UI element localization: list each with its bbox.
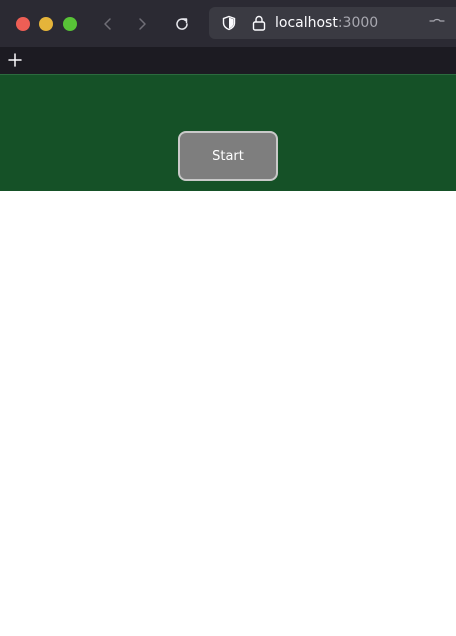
start-button[interactable]: Start [178, 131, 278, 181]
address-bar[interactable]: localhost:3000 [209, 7, 456, 39]
maximize-window-button[interactable] [63, 17, 77, 31]
reader-view-icon[interactable] [429, 17, 445, 29]
chevron-right-icon [139, 18, 146, 30]
url-port: :3000 [337, 15, 379, 31]
minimize-window-button[interactable] [39, 17, 53, 31]
plus-icon[interactable] [7, 52, 23, 68]
url-text: localhost:3000 [275, 13, 378, 33]
chevron-left-icon [104, 18, 111, 30]
reload-icon [176, 18, 188, 30]
lock-icon[interactable] [251, 14, 267, 32]
shield-icon[interactable] [221, 15, 237, 31]
forward-button[interactable] [130, 12, 154, 36]
tab-strip [0, 47, 456, 75]
browser-toolbar: localhost:3000 [0, 0, 456, 48]
reload-button[interactable] [170, 12, 194, 36]
close-window-button[interactable] [16, 17, 30, 31]
header-banner: Start [0, 74, 456, 191]
back-button[interactable] [96, 12, 120, 36]
url-host: localhost [275, 15, 338, 31]
